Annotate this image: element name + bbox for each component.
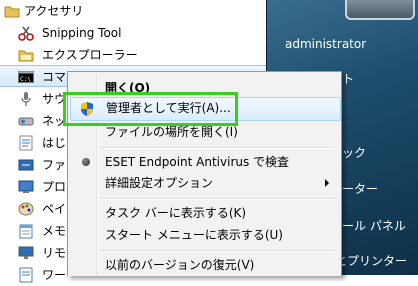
remote-desktop-icon: [18, 245, 34, 261]
menu-separator: [100, 198, 335, 200]
menu-item-label: 以前のバージョンの復元(V): [105, 258, 255, 272]
folder-accessories[interactable]: アクセサリ: [0, 0, 266, 22]
folder-icon: [4, 3, 20, 19]
network-projector-icon: [18, 113, 34, 129]
menu-item-advanced-options[interactable]: 詳細設定オプション: [70, 172, 339, 194]
list-item-label: ファ: [42, 158, 67, 172]
menu-item-eset-scan[interactable]: ESET Endpoint Antivirus で検査: [70, 151, 339, 173]
right-pane-item[interactable]: ック: [342, 145, 366, 161]
list-item-label: ペイ: [42, 202, 67, 216]
list-item-label: リモ: [42, 246, 67, 260]
projector-icon: [18, 179, 34, 195]
right-pane-item[interactable]: ーター: [342, 181, 378, 197]
scissors-icon: [18, 25, 34, 41]
user-name-link[interactable]: administrator: [285, 36, 366, 52]
paint-icon: [18, 201, 34, 217]
menu-item-label: ESET Endpoint Antivirus で検査: [105, 155, 290, 169]
right-pane-item[interactable]: とプリンター: [335, 253, 407, 269]
list-item-label: はじ: [42, 136, 67, 150]
notepad-icon: [18, 223, 34, 239]
menu-separator: [100, 250, 335, 252]
list-item-label: Snipping Tool: [42, 26, 122, 40]
list-item-label: プロ: [42, 180, 67, 194]
menu-item-restore-previous-versions[interactable]: 以前のバージョンの復元(V): [70, 254, 339, 276]
right-pane-item[interactable]: ト: [342, 71, 354, 87]
folder-icon: [18, 47, 34, 63]
menu-item-pin-to-taskbar[interactable]: タスク バーに表示する(K): [70, 202, 339, 224]
highlight-callout: [63, 92, 238, 126]
command-prompt-icon: C:\: [18, 69, 34, 85]
wordpad-icon: [18, 267, 34, 283]
menu-item-label: 詳細設定オプション: [105, 176, 214, 190]
list-item-label: ワー: [42, 268, 67, 282]
menu-separator: [100, 147, 335, 149]
eset-icon: [82, 158, 90, 166]
menu-item-pin-to-start-menu[interactable]: スタート メニューに表示する(U): [70, 224, 339, 246]
menu-item-label: スタート メニューに表示する(U): [105, 228, 283, 242]
microphone-icon: [18, 91, 34, 107]
getting-started-icon: [18, 135, 34, 151]
svg-text:C:\: C:\: [20, 76, 31, 83]
user-picture[interactable]: [345, 0, 415, 20]
list-item-snipping-tool[interactable]: Snipping Tool: [0, 22, 266, 44]
folder-label: アクセサリ: [24, 4, 84, 18]
right-pane-item[interactable]: ール パネル: [342, 218, 406, 234]
list-item-label: メモ: [42, 224, 67, 238]
list-item-label: エクスプローラー: [42, 48, 138, 62]
submenu-arrow-icon: [325, 179, 329, 187]
menu-item-label: タスク バーに表示する(K): [105, 206, 247, 220]
file-transfer-icon: [18, 157, 34, 173]
list-item-explorer[interactable]: エクスプローラー: [0, 44, 266, 66]
menu-item-label: ファイルの場所を開く(I): [105, 125, 238, 139]
